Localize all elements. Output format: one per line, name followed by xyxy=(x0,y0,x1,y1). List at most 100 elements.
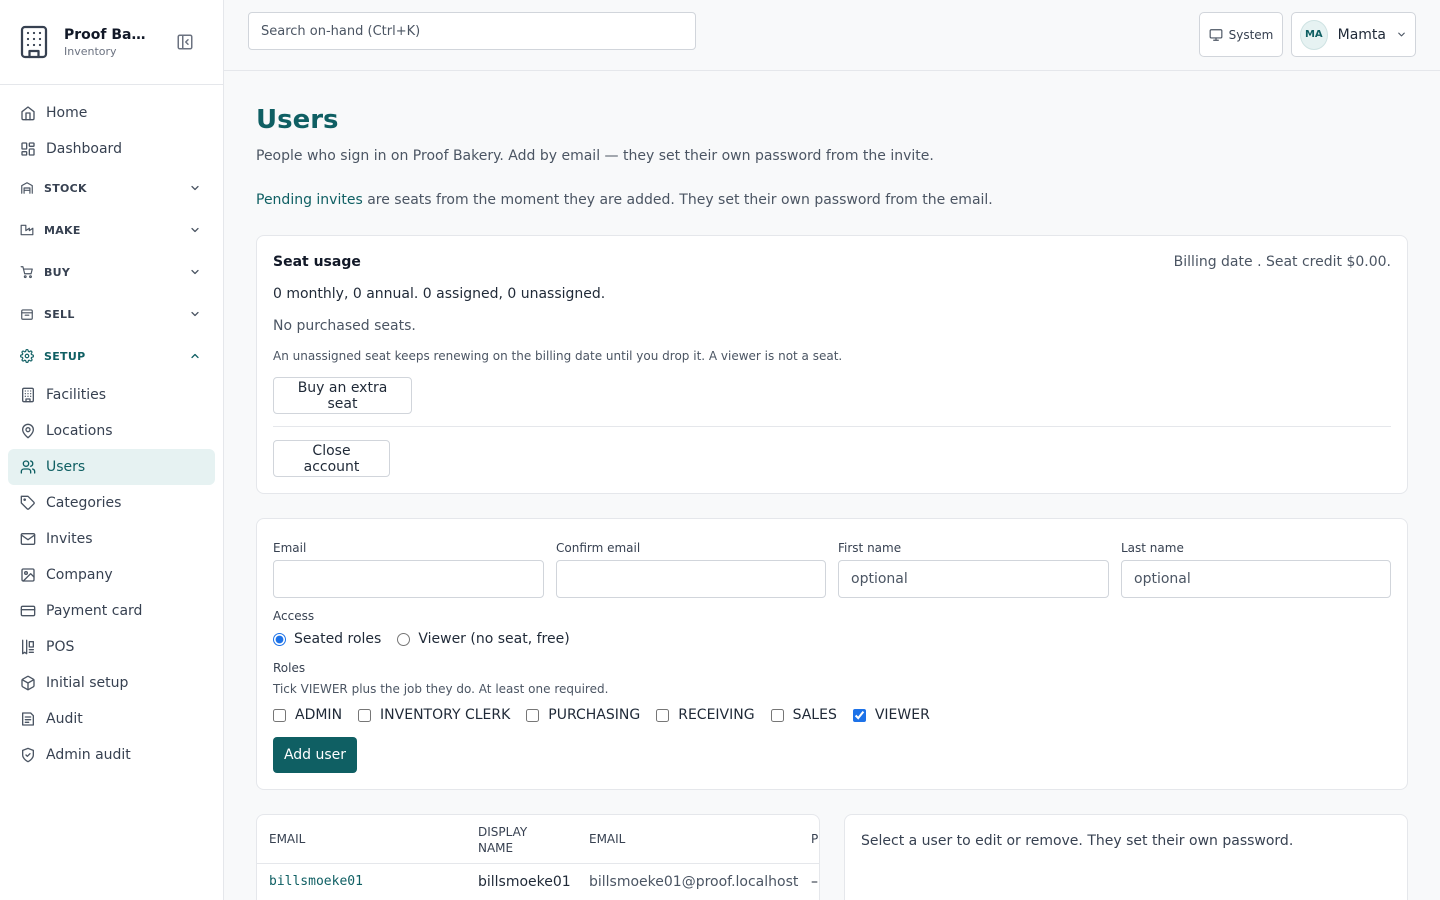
brand-subtitle: Inventory xyxy=(64,44,117,58)
pending-invites-link[interactable]: Pending invites xyxy=(256,192,363,208)
sidebar-item-initial-setup[interactable]: Initial setup xyxy=(8,665,215,701)
access-option-seated[interactable]: Seated roles xyxy=(273,631,381,647)
sidebar-item-payment-card[interactable]: Payment card xyxy=(8,593,215,629)
pos-icon xyxy=(20,639,36,655)
seat-usage-card: Seat usage Billing date . Seat credit $0… xyxy=(256,235,1408,494)
page-description: People who sign in on Proof Bakery. Add … xyxy=(256,148,934,164)
access-label: Access xyxy=(273,609,315,623)
sidebar-item-categories[interactable]: Categories xyxy=(8,485,215,521)
sidebar-section-buy[interactable]: BUY xyxy=(8,251,215,293)
billing-info: Billing date . Seat credit $0.00. xyxy=(1173,254,1391,270)
seat-usage-title: Seat usage xyxy=(273,254,361,270)
sidebar-section-sell[interactable]: SELL xyxy=(8,293,215,335)
extra-cell: – xyxy=(811,874,818,890)
home-icon xyxy=(20,105,36,121)
sidebar-section-setup[interactable]: SETUP xyxy=(8,335,215,377)
users-icon xyxy=(20,459,36,475)
sidebar-section-label: SELL xyxy=(44,307,75,321)
user-detail-panel: Select a user to edit or remove. They se… xyxy=(844,814,1408,900)
seat-counts: 0 monthly, 0 annual. 0 assigned, 0 unass… xyxy=(273,286,606,302)
access-option-viewer[interactable]: Viewer (no seat, free) xyxy=(397,631,570,647)
email-label: Email xyxy=(273,541,307,555)
role-viewer[interactable]: VIEWER xyxy=(852,707,930,723)
sidebar-item-home[interactable]: Home xyxy=(8,95,215,131)
sidebar-item-admin-audit[interactable]: Admin audit xyxy=(8,737,215,773)
first-name-field[interactable] xyxy=(838,560,1109,598)
image-icon xyxy=(20,567,36,583)
last-name-field[interactable] xyxy=(1121,560,1391,598)
sidebar-item-label: Home xyxy=(46,105,88,121)
building-icon xyxy=(20,387,36,403)
role-admin[interactable]: ADMIN xyxy=(273,707,342,723)
sidebar-section-make[interactable]: MAKE xyxy=(8,209,215,251)
sidebar-item-label: Users xyxy=(46,459,86,475)
map-pin-icon xyxy=(20,423,36,439)
column-header-email[interactable]: EMAIL xyxy=(269,832,305,846)
add-user-button[interactable]: Add user xyxy=(273,737,357,773)
confirm-email-label: Confirm email xyxy=(556,541,641,555)
role-sales[interactable]: SALES xyxy=(770,707,837,723)
purchasing-checkbox[interactable] xyxy=(526,708,540,722)
chevron-down-icon xyxy=(189,266,201,278)
radio-label: Seated roles xyxy=(294,631,382,647)
seated-roles-radio[interactable] xyxy=(273,632,286,646)
inventory-clerk-checkbox[interactable] xyxy=(358,708,372,722)
monitor-icon xyxy=(1209,28,1223,42)
viewer-radio[interactable] xyxy=(397,632,411,646)
dashboard-icon xyxy=(20,141,36,157)
chevron-down-icon xyxy=(189,308,201,320)
credit-card-icon xyxy=(20,603,36,619)
theme-toggle-button[interactable]: System xyxy=(1199,12,1283,57)
viewer-checkbox[interactable] xyxy=(852,708,866,722)
sales-checkbox[interactable] xyxy=(770,708,784,722)
cart-icon xyxy=(20,265,34,279)
role-inventory-clerk[interactable]: INVENTORY CLERK xyxy=(358,707,510,723)
sidebar-item-locations[interactable]: Locations xyxy=(8,413,215,449)
column-header-truncated[interactable]: P xyxy=(811,832,818,846)
sidebar-section-label: MAKE xyxy=(44,223,81,237)
column-header-email-address[interactable]: EMAIL xyxy=(589,832,625,846)
table-header: EMAIL DISPLAY NAME EMAIL P xyxy=(257,815,819,864)
sidebar-item-company[interactable]: Company xyxy=(8,557,215,593)
close-account-button[interactable]: Close account xyxy=(273,440,390,477)
user-menu-button[interactable]: MA Mamta xyxy=(1291,12,1416,57)
sidebar: Proof Bakery Inventory Home Dashboard ST… xyxy=(0,0,224,900)
confirm-email-field[interactable] xyxy=(556,560,826,598)
roles-label: Roles xyxy=(273,661,306,675)
sidebar-item-users[interactable]: Users xyxy=(8,449,215,485)
sidebar-item-audit[interactable]: Audit xyxy=(8,701,215,737)
roles-hint: Tick VIEWER plus the job they do. At lea… xyxy=(273,682,609,696)
display-name-cell: billsmoeke01 xyxy=(478,874,571,890)
role-purchasing[interactable]: PURCHASING xyxy=(526,707,640,723)
buy-extra-seat-button[interactable]: Buy an extra seat xyxy=(273,377,412,414)
checkbox-label: INVENTORY CLERK xyxy=(380,707,511,723)
sidebar-item-label: Facilities xyxy=(46,387,106,403)
role-receiving[interactable]: RECEIVING xyxy=(656,707,755,723)
email-field[interactable] xyxy=(273,560,544,598)
sidebar-section-label: STOCK xyxy=(44,181,87,195)
receiving-checkbox[interactable] xyxy=(656,708,670,722)
sidebar-item-pos[interactable]: POS xyxy=(8,629,215,665)
checkbox-label: SALES xyxy=(792,707,837,723)
avatar: MA xyxy=(1300,19,1328,50)
sidebar-item-facilities[interactable]: Facilities xyxy=(8,377,215,413)
checkbox-label: RECEIVING xyxy=(678,707,755,723)
package-icon xyxy=(20,675,36,691)
chevron-down-icon xyxy=(189,224,201,236)
divider xyxy=(273,426,1391,427)
admin-checkbox[interactable] xyxy=(273,708,286,722)
sidebar-item-dashboard[interactable]: Dashboard xyxy=(8,131,215,167)
email-cell: billsmoeke01@proof.localhost xyxy=(589,874,799,890)
theme-label: System xyxy=(1228,27,1274,42)
factory-icon xyxy=(20,223,34,237)
username-link[interactable]: billsmoeke01 xyxy=(269,874,363,889)
tag-icon xyxy=(20,495,36,511)
checkbox-label: ADMIN xyxy=(295,707,343,723)
collapse-sidebar-icon[interactable] xyxy=(176,33,194,51)
warehouse-icon xyxy=(20,181,34,195)
search-input[interactable] xyxy=(248,12,696,50)
sidebar-section-stock[interactable]: STOCK xyxy=(8,167,215,209)
chevron-down-icon xyxy=(1396,29,1407,40)
column-header-display-name[interactable]: DISPLAY NAME xyxy=(478,824,548,856)
sidebar-item-invites[interactable]: Invites xyxy=(8,521,215,557)
